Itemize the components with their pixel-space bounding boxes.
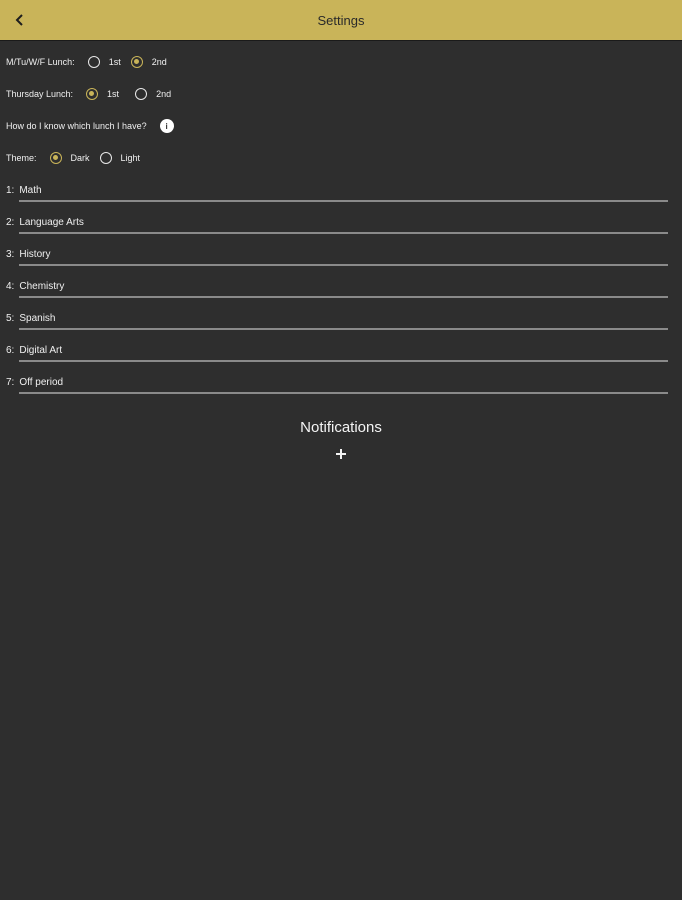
lunch-mtwf-2nd-radio[interactable] bbox=[130, 56, 143, 68]
theme-dark-option[interactable]: Dark bbox=[49, 152, 90, 164]
period-name: Language Arts bbox=[19, 217, 84, 228]
period-divider bbox=[19, 392, 668, 394]
period-divider bbox=[19, 264, 668, 266]
period-name: Chemistry bbox=[19, 281, 65, 292]
period-number: 3: bbox=[6, 249, 15, 260]
period-number: 4: bbox=[6, 281, 15, 292]
period-name: Spanish bbox=[19, 313, 56, 324]
lunch-mtwf-1st-label: 1st bbox=[108, 57, 121, 67]
period-row[interactable]: 5: Spanish bbox=[0, 312, 682, 344]
period-divider bbox=[19, 328, 668, 330]
lunch-thursday-label: Thursday Lunch: bbox=[6, 89, 74, 99]
lunch-mtwf-label: M/Tu/W/F Lunch: bbox=[6, 57, 75, 67]
period-name: History bbox=[19, 249, 51, 260]
period-row[interactable]: 7: Off period bbox=[0, 376, 682, 408]
period-number: 6: bbox=[6, 345, 15, 356]
period-row[interactable]: 3: History bbox=[0, 248, 682, 280]
period-number: 1: bbox=[6, 185, 15, 196]
lunch-thursday-2nd-label: 2nd bbox=[156, 89, 172, 99]
info-icon[interactable]: i bbox=[159, 119, 174, 133]
period-name: Digital Art bbox=[19, 345, 63, 356]
app-bar: Settings bbox=[0, 0, 682, 41]
period-name: Math bbox=[19, 185, 42, 196]
lunch-mtwf-1st-option[interactable]: 1st bbox=[87, 56, 121, 68]
period-number: 2: bbox=[6, 217, 15, 228]
period-divider bbox=[19, 296, 668, 298]
lunch-thursday-row: Thursday Lunch: 1st 2nd bbox=[6, 84, 181, 104]
theme-dark-label: Dark bbox=[70, 153, 90, 163]
theme-label: Theme: bbox=[6, 153, 37, 163]
period-name: Off period bbox=[19, 377, 64, 388]
period-number: 7: bbox=[6, 377, 15, 388]
period-row[interactable]: 2: Language Arts bbox=[0, 216, 682, 248]
theme-light-radio[interactable] bbox=[99, 152, 112, 164]
plus-icon bbox=[336, 449, 346, 459]
lunch-thursday-1st-label: 1st bbox=[107, 89, 120, 99]
lunch-thursday-2nd-option[interactable]: 2nd bbox=[135, 88, 171, 100]
lunch-thursday-1st-option[interactable]: 1st bbox=[86, 88, 119, 100]
lunch-help-row: How do I know which lunch I have? i bbox=[6, 116, 174, 136]
period-divider bbox=[19, 200, 668, 202]
period-divider bbox=[19, 360, 668, 362]
lunch-mtwf-row: M/Tu/W/F Lunch: 1st 2nd bbox=[6, 52, 177, 72]
lunch-mtwf-1st-radio[interactable] bbox=[87, 56, 100, 68]
lunch-mtwf-2nd-label: 2nd bbox=[151, 57, 167, 67]
period-divider bbox=[19, 232, 668, 234]
theme-light-label: Light bbox=[120, 153, 141, 163]
lunch-thursday-2nd-radio[interactable] bbox=[135, 88, 148, 100]
add-notification-button[interactable] bbox=[333, 446, 349, 462]
period-number: 5: bbox=[6, 313, 15, 324]
lunch-mtwf-2nd-option[interactable]: 2nd bbox=[130, 56, 167, 68]
lunch-help-label: How do I know which lunch I have? bbox=[6, 121, 147, 131]
period-row[interactable]: 6: Digital Art bbox=[0, 344, 682, 376]
theme-light-option[interactable]: Light bbox=[99, 152, 141, 164]
page-title: Settings bbox=[317, 13, 365, 28]
theme-row: Theme: Dark Light bbox=[6, 148, 150, 168]
notifications-title: Notifications bbox=[300, 419, 382, 436]
period-row[interactable]: 1: Math bbox=[0, 184, 682, 216]
period-row[interactable]: 4: Chemistry bbox=[0, 280, 682, 312]
theme-dark-radio[interactable] bbox=[49, 152, 62, 164]
lunch-thursday-1st-radio[interactable] bbox=[86, 88, 99, 100]
